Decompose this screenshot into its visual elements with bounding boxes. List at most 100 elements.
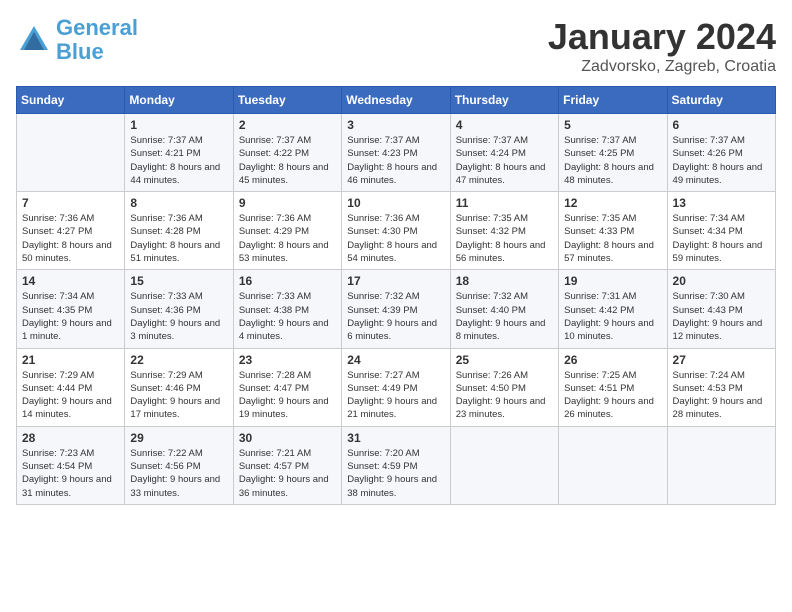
day-cell: 10 Sunrise: 7:36 AMSunset: 4:30 PMDayligh… — [342, 192, 450, 270]
day-cell: 22 Sunrise: 7:29 AMSunset: 4:46 PMDayligh… — [125, 348, 233, 426]
day-number: 21 — [22, 353, 119, 367]
location: Zadvorsko, Zagreb, Croatia — [548, 58, 776, 76]
day-info: Sunrise: 7:37 AMSunset: 4:26 PMDaylight:… — [673, 134, 770, 187]
day-cell: 21Sunrise: 7:29 AMSunset: 4:44 PMDayligh… — [17, 348, 125, 426]
day-number: 14 — [22, 274, 119, 288]
day-info: Sunrise: 7:27 AMSunset: 4:49 PMDaylight:… — [347, 369, 444, 422]
day-number: 30 — [239, 431, 336, 445]
day-info: Sunrise: 7:30 AMSunset: 4:43 PMDaylight:… — [673, 290, 770, 343]
weekday-header-wednesday: Wednesday — [342, 87, 450, 114]
day-info: Sunrise: 7:31 AMSunset: 4:42 PMDaylight:… — [564, 290, 661, 343]
day-info: Sunrise: 7:37 AMSunset: 4:25 PMDaylight:… — [564, 134, 661, 187]
day-cell: 11Sunrise: 7:35 AMSunset: 4:32 PMDayligh… — [450, 192, 558, 270]
day-cell: 15 Sunrise: 7:33 AMSunset: 4:36 PMDayligh… — [125, 270, 233, 348]
day-number: 8 — [130, 196, 227, 210]
day-cell: 12 Sunrise: 7:35 AMSunset: 4:33 PMDayligh… — [559, 192, 667, 270]
day-number: 20 — [673, 274, 770, 288]
day-cell: 13Sunrise: 7:34 AMSunset: 4:34 PMDayligh… — [667, 192, 775, 270]
day-cell: 19 Sunrise: 7:31 AMSunset: 4:42 PMDayligh… — [559, 270, 667, 348]
day-cell — [17, 114, 125, 192]
day-number: 16 — [239, 274, 336, 288]
day-cell — [559, 426, 667, 504]
day-info: Sunrise: 7:25 AMSunset: 4:51 PMDaylight:… — [564, 369, 661, 422]
week-row-4: 21Sunrise: 7:29 AMSunset: 4:44 PMDayligh… — [17, 348, 776, 426]
month-title: January 2024 — [548, 16, 776, 58]
day-info: Sunrise: 7:35 AMSunset: 4:32 PMDaylight:… — [456, 212, 553, 265]
logo-icon — [16, 22, 52, 58]
logo-text: General Blue — [56, 16, 138, 64]
day-cell: 17Sunrise: 7:32 AMSunset: 4:39 PMDayligh… — [342, 270, 450, 348]
day-info: Sunrise: 7:33 AMSunset: 4:38 PMDaylight:… — [239, 290, 336, 343]
day-info: Sunrise: 7:36 AMSunset: 4:28 PMDaylight:… — [130, 212, 227, 265]
day-cell — [450, 426, 558, 504]
day-number: 10 — [347, 196, 444, 210]
day-number: 29 — [130, 431, 227, 445]
day-number: 1 — [130, 118, 227, 132]
day-number: 3 — [347, 118, 444, 132]
day-number: 4 — [456, 118, 553, 132]
day-number: 6 — [673, 118, 770, 132]
day-cell: 7Sunrise: 7:36 AMSunset: 4:27 PMDaylight… — [17, 192, 125, 270]
day-info: Sunrise: 7:34 AMSunset: 4:35 PMDaylight:… — [22, 290, 119, 343]
day-info: Sunrise: 7:29 AMSunset: 4:46 PMDaylight:… — [130, 369, 227, 422]
day-number: 15 — [130, 274, 227, 288]
day-info: Sunrise: 7:37 AMSunset: 4:23 PMDaylight:… — [347, 134, 444, 187]
page-header: General Blue January 2024 Zadvorsko, Zag… — [16, 16, 776, 76]
day-cell: 25Sunrise: 7:26 AMSunset: 4:50 PMDayligh… — [450, 348, 558, 426]
logo-general: General — [56, 15, 138, 40]
title-block: January 2024 Zadvorsko, Zagreb, Croatia — [548, 16, 776, 76]
weekday-header-sunday: Sunday — [17, 87, 125, 114]
day-info: Sunrise: 7:37 AMSunset: 4:22 PMDaylight:… — [239, 134, 336, 187]
day-cell: 29Sunrise: 7:22 AMSunset: 4:56 PMDayligh… — [125, 426, 233, 504]
day-info: Sunrise: 7:34 AMSunset: 4:34 PMDaylight:… — [673, 212, 770, 265]
day-cell: 14 Sunrise: 7:34 AMSunset: 4:35 PMDayligh… — [17, 270, 125, 348]
weekday-header-saturday: Saturday — [667, 87, 775, 114]
calendar-body: 1 Sunrise: 7:37 AMSunset: 4:21 PMDaylight… — [17, 114, 776, 505]
day-info: Sunrise: 7:33 AMSunset: 4:36 PMDaylight:… — [130, 290, 227, 343]
day-cell: 8 Sunrise: 7:36 AMSunset: 4:28 PMDaylight… — [125, 192, 233, 270]
day-info: Sunrise: 7:20 AMSunset: 4:59 PMDaylight:… — [347, 447, 444, 500]
day-cell: 1 Sunrise: 7:37 AMSunset: 4:21 PMDaylight… — [125, 114, 233, 192]
day-number: 19 — [564, 274, 661, 288]
day-number: 2 — [239, 118, 336, 132]
day-cell: 2 Sunrise: 7:37 AMSunset: 4:22 PMDaylight… — [233, 114, 341, 192]
day-number: 18 — [456, 274, 553, 288]
day-info: Sunrise: 7:37 AMSunset: 4:21 PMDaylight:… — [130, 134, 227, 187]
day-number: 24 — [347, 353, 444, 367]
weekday-header-thursday: Thursday — [450, 87, 558, 114]
day-info: Sunrise: 7:35 AMSunset: 4:33 PMDaylight:… — [564, 212, 661, 265]
logo-blue: Blue — [56, 39, 104, 64]
day-info: Sunrise: 7:32 AMSunset: 4:40 PMDaylight:… — [456, 290, 553, 343]
day-cell: 6 Sunrise: 7:37 AMSunset: 4:26 PMDaylight… — [667, 114, 775, 192]
day-cell: 26 Sunrise: 7:25 AMSunset: 4:51 PMDayligh… — [559, 348, 667, 426]
day-cell: 5Sunrise: 7:37 AMSunset: 4:25 PMDaylight… — [559, 114, 667, 192]
day-number: 27 — [673, 353, 770, 367]
day-number: 26 — [564, 353, 661, 367]
day-cell: 31Sunrise: 7:20 AMSunset: 4:59 PMDayligh… — [342, 426, 450, 504]
calendar-table: SundayMondayTuesdayWednesdayThursdayFrid… — [16, 86, 776, 505]
day-number: 28 — [22, 431, 119, 445]
day-cell: 24 Sunrise: 7:27 AMSunset: 4:49 PMDayligh… — [342, 348, 450, 426]
day-cell: 27 Sunrise: 7:24 AMSunset: 4:53 PMDayligh… — [667, 348, 775, 426]
day-info: Sunrise: 7:36 AMSunset: 4:27 PMDaylight:… — [22, 212, 119, 265]
day-number: 22 — [130, 353, 227, 367]
day-cell: 28 Sunrise: 7:23 AMSunset: 4:54 PMDayligh… — [17, 426, 125, 504]
day-number: 9 — [239, 196, 336, 210]
day-info: Sunrise: 7:24 AMSunset: 4:53 PMDaylight:… — [673, 369, 770, 422]
day-number: 17 — [347, 274, 444, 288]
day-info: Sunrise: 7:26 AMSunset: 4:50 PMDaylight:… — [456, 369, 553, 422]
week-row-5: 28 Sunrise: 7:23 AMSunset: 4:54 PMDayligh… — [17, 426, 776, 504]
weekday-header-tuesday: Tuesday — [233, 87, 341, 114]
day-info: Sunrise: 7:36 AMSunset: 4:29 PMDaylight:… — [239, 212, 336, 265]
day-info: Sunrise: 7:23 AMSunset: 4:54 PMDaylight:… — [22, 447, 119, 500]
week-row-1: 1 Sunrise: 7:37 AMSunset: 4:21 PMDaylight… — [17, 114, 776, 192]
day-cell: 30Sunrise: 7:21 AMSunset: 4:57 PMDayligh… — [233, 426, 341, 504]
day-cell: 20 Sunrise: 7:30 AMSunset: 4:43 PMDayligh… — [667, 270, 775, 348]
day-info: Sunrise: 7:36 AMSunset: 4:30 PMDaylight:… — [347, 212, 444, 265]
day-cell: 3 Sunrise: 7:37 AMSunset: 4:23 PMDaylight… — [342, 114, 450, 192]
day-info: Sunrise: 7:28 AMSunset: 4:47 PMDaylight:… — [239, 369, 336, 422]
day-cell — [667, 426, 775, 504]
day-number: 12 — [564, 196, 661, 210]
day-number: 23 — [239, 353, 336, 367]
logo: General Blue — [16, 16, 138, 64]
